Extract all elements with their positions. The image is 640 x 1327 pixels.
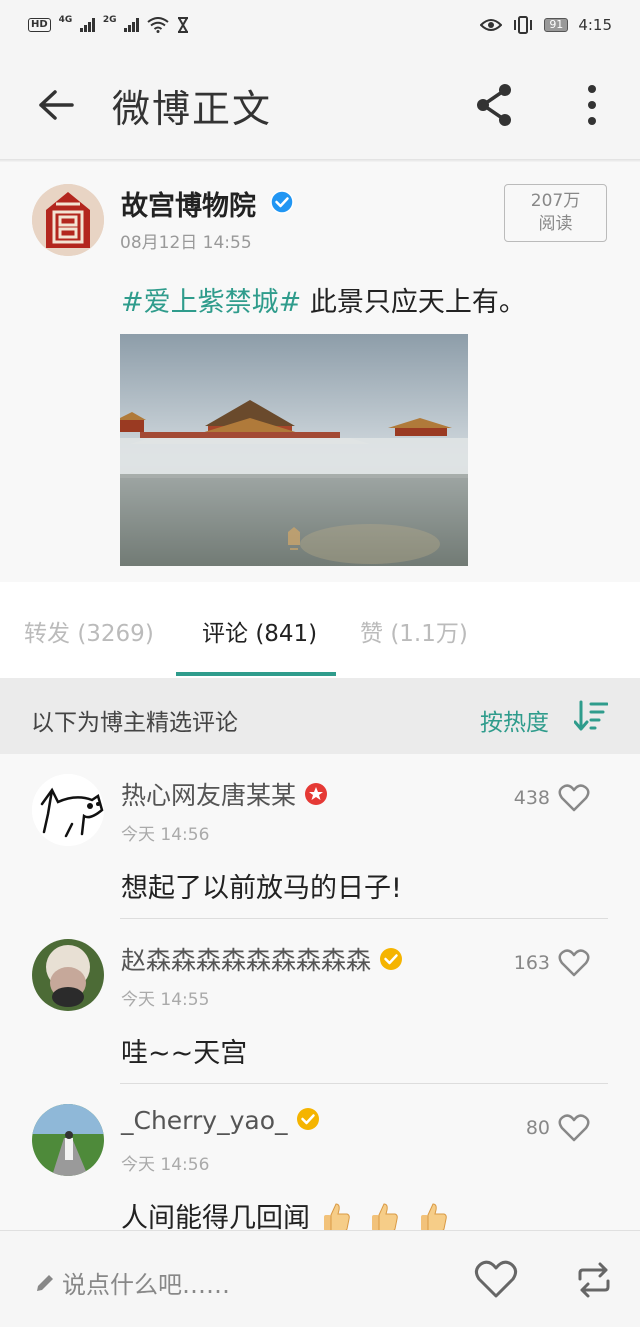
thumbs-up-emoji-icon (372, 1203, 398, 1230)
author-name[interactable]: 故宫博物院 (121, 184, 256, 223)
tab-likes[interactable]: 赞 (1.1万) (360, 614, 468, 648)
comment-timestamp: 今天 14:56 (121, 1155, 210, 1175)
tab-comments-count: (841) (255, 621, 318, 647)
commenter-avatar[interactable] (32, 1104, 104, 1176)
repost-button[interactable] (574, 1261, 614, 1299)
verified-red-icon (305, 783, 328, 805)
commenter-name[interactable]: 赵森森森森森森森森森 (121, 941, 403, 977)
signal-icon-2 (124, 18, 139, 32)
comment-text-body: 人间能得几回闻 (121, 1203, 310, 1230)
top-app-bar: 微博正文 (0, 50, 640, 160)
comments-header: 以下为博主精选评论 按热度 (0, 678, 640, 754)
comment-like-count: 80 (525, 1117, 550, 1139)
back-button[interactable] (0, 50, 112, 160)
verified-blue-icon (270, 190, 294, 214)
tab-likes-label: 赞 (360, 621, 383, 647)
read-count: 207万 (530, 191, 581, 211)
comment-timestamp: 今天 14:55 (121, 990, 210, 1010)
heart-outline-icon (558, 784, 590, 812)
comment-list: 热心网友唐某某 今天 14:56 想起了以前放马的日子! 438 赵森森森森森森… (0, 754, 640, 1230)
commenter-name[interactable]: 热心网友唐某某 (121, 776, 328, 812)
verified-gold-icon (296, 1108, 319, 1130)
network-type-1: 4G (58, 15, 73, 25)
share-button[interactable] (470, 80, 520, 130)
commenter-name-text: 热心网友唐某某 (121, 781, 297, 810)
active-tab-indicator (176, 672, 336, 676)
thumbs-up-emoji-icon (420, 1203, 447, 1230)
comment-like-button[interactable]: 163 (514, 949, 590, 977)
post-hashtag[interactable]: #爱上紫禁城# (121, 287, 301, 318)
clock: 4:15 (578, 16, 612, 34)
commenter-name-text: 赵森森森森森森森森森 (121, 946, 372, 975)
comment-item: _Cherry_yao_ 今天 14:56 人间能得几回闻 80 (0, 1084, 640, 1230)
dog-sketch-avatar (32, 774, 104, 846)
page-title: 微博正文 (112, 86, 273, 131)
read-count-badge: 207万 阅读 (504, 184, 607, 242)
post-text: #爱上紫禁城# 此景只应天上有。 (121, 280, 526, 319)
sort-icon[interactable] (574, 700, 608, 732)
pencil-icon (37, 1274, 53, 1291)
battery-icon: 91 (544, 18, 569, 32)
tab-likes-count: (1.1万) (390, 621, 468, 647)
wifi-icon (147, 17, 169, 33)
tab-comments[interactable]: 评论 (841) (202, 614, 317, 648)
tab-comments-label: 评论 (202, 621, 248, 647)
post-card: 故宫博物院 08月12日 14:55 207万 阅读 #爱上紫禁城# 此景只应天… (0, 162, 640, 582)
tab-reposts[interactable]: 转发 (3269) (24, 614, 154, 648)
like-post-button[interactable] (474, 1259, 518, 1299)
palace-logo-icon (32, 184, 104, 256)
post-tabs: 转发 (3269) 评论 (841) 赞 (1.1万) (0, 582, 640, 678)
post-image[interactable] (120, 334, 468, 566)
tab-reposts-count: (3269) (77, 621, 154, 647)
post-timestamp: 08月12日 14:55 (120, 233, 252, 253)
commenter-avatar[interactable] (32, 774, 104, 846)
hourglass-icon (177, 17, 188, 33)
comment-input-placeholder: 说点什么吧…… (62, 1271, 230, 1299)
commenter-name-text: _Cherry_yao_ (121, 1106, 288, 1135)
comment-like-button[interactable]: 80 (526, 1114, 590, 1142)
comment-timestamp: 今天 14:56 (121, 825, 210, 845)
commenter-name[interactable]: _Cherry_yao_ (121, 1106, 320, 1135)
comment-like-button[interactable]: 438 (514, 784, 590, 812)
vibrate-icon (514, 16, 533, 34)
comment-like-count: 438 (513, 787, 550, 809)
comment-like-count: 163 (513, 952, 550, 974)
post-body: 此景只应天上有。 (301, 287, 526, 318)
comment-item: 热心网友唐某某 今天 14:56 想起了以前放马的日子! 438 (0, 754, 640, 919)
verified-gold-icon (380, 948, 403, 970)
read-label: 阅读 (538, 214, 573, 234)
tab-reposts-label: 转发 (24, 621, 70, 647)
comment-input[interactable]: 说点什么吧…… (34, 1265, 230, 1300)
eye-icon (480, 19, 503, 31)
comment-text: 哇~~天宫 (121, 1038, 248, 1069)
status-bar: HD 4G 2G 91 4:15 (0, 0, 640, 50)
road-photo-avatar (32, 1104, 104, 1176)
heart-outline-icon (558, 1114, 590, 1142)
forbidden-city-fog-photo (120, 334, 468, 566)
hd-indicator: HD (28, 18, 51, 32)
author-avatar[interactable] (32, 184, 104, 256)
heart-outline-icon (558, 949, 590, 977)
featured-comments-label: 以下为博主精选评论 (31, 710, 238, 736)
back-arrow-icon (39, 90, 74, 120)
girl-photo-avatar (32, 939, 104, 1011)
bottom-action-bar: 说点什么吧…… (0, 1230, 640, 1327)
commenter-avatar[interactable] (32, 939, 104, 1011)
comment-item: 赵森森森森森森森森森 今天 14:55 哇~~天宫 163 (0, 919, 640, 1084)
comment-text: 想起了以前放马的日子! (121, 873, 402, 904)
thumbs-up-emoji-icon (323, 1203, 350, 1230)
comment-text: 人间能得几回闻 (121, 1196, 448, 1230)
signal-icon (80, 18, 95, 32)
more-options-button[interactable] (570, 80, 614, 130)
sort-by-hot-button[interactable]: 按热度 (480, 703, 549, 737)
network-type-2: 2G (102, 15, 117, 25)
